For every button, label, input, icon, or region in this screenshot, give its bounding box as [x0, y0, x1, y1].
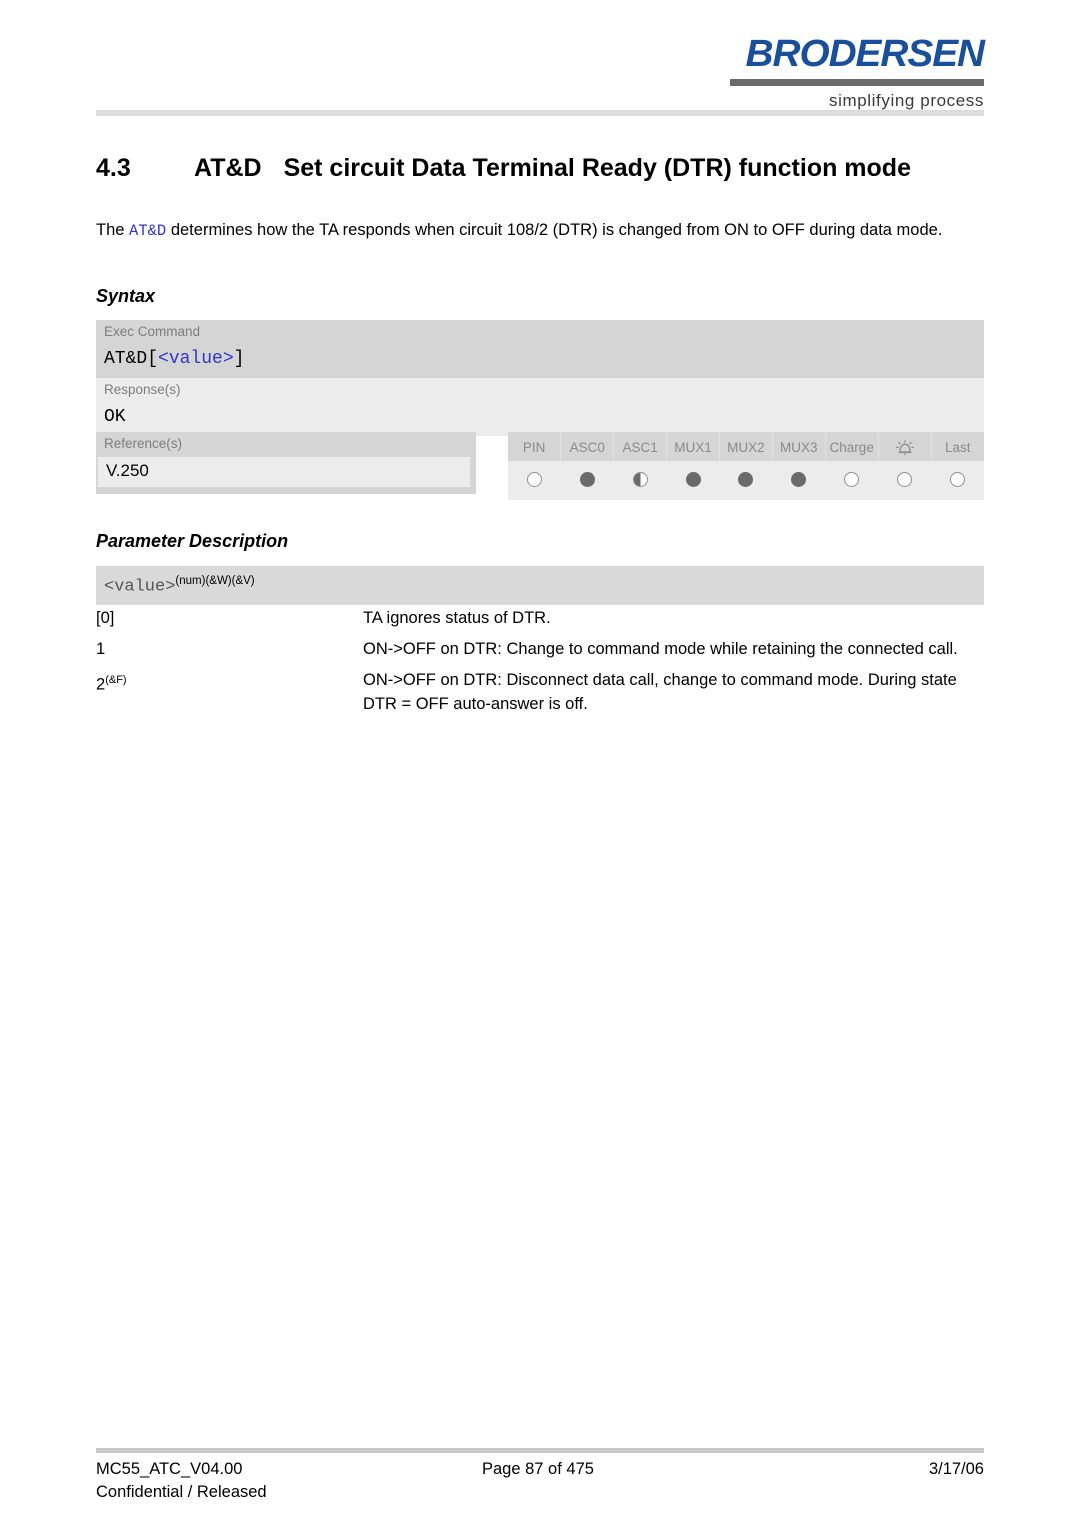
status-dot-empty — [897, 472, 913, 488]
footer-date: 3/17/06 — [928, 1460, 984, 1478]
alarm-bell-icon — [895, 440, 914, 455]
intro-command-token: AT&D — [129, 222, 167, 240]
response-label: Response(s) — [96, 378, 984, 402]
syntax-table: Exec Command AT&D[<value>] Response(s) O… — [96, 320, 984, 436]
reference-block: Reference(s) V.250 — [96, 432, 476, 494]
parameter-name: <value> — [104, 577, 176, 597]
status-dot-full — [579, 472, 595, 488]
indicator-header-asc0: ASC0 — [560, 432, 615, 461]
alarm-bell-icon — [878, 432, 932, 461]
indicator-header-last: Last — [931, 432, 984, 461]
parameter-key-superscript: (&F) — [105, 674, 127, 686]
exec-command-prefix: AT&D[ — [104, 349, 159, 369]
indicator-dot-alarm — [878, 461, 931, 500]
indicator-header-mux3: MUX3 — [772, 432, 826, 461]
indicator-dot-mux2 — [719, 461, 773, 500]
brand-wordmark: BRODERSEN — [745, 33, 986, 75]
brand-tagline: simplifying process — [828, 91, 984, 110]
response-value: OK — [96, 402, 984, 436]
indicator-dot-mux1 — [666, 461, 720, 500]
indicator-header-pin: PIN — [508, 432, 562, 461]
indicator-dot-asc1 — [613, 461, 667, 500]
indicator-header-row: PIN ASC0 ASC1 MUX1 MUX2 MUX3 Charge Last — [508, 432, 984, 461]
parameter-row: [0] TA ignores status of DTR. — [96, 606, 988, 630]
section-number: 4.3 — [96, 154, 131, 182]
indicator-header-asc1: ASC1 — [613, 432, 668, 461]
intro-text-after: determines how the TA responds when circ… — [166, 221, 943, 239]
status-dot-full — [738, 472, 754, 488]
brand-logo: BRODERSEN simplifying process — [724, 34, 985, 111]
parameter-name-band: <value>(num)(&W)(&V) — [96, 566, 984, 606]
parameter-description-heading: Parameter Description — [96, 531, 289, 551]
indicator-dot-asc0 — [560, 461, 614, 500]
status-dot-half — [632, 472, 648, 488]
section-command: AT&D — [194, 154, 262, 182]
indicator-dot-mux3 — [772, 461, 826, 500]
exec-command-value: AT&D[<value>] — [96, 344, 984, 378]
status-dot-full — [685, 472, 701, 488]
syntax-heading: Syntax — [96, 286, 156, 306]
exec-command-suffix: ] — [233, 349, 245, 369]
indicator-dot-last — [931, 461, 984, 500]
parameter-row: 1 ON->OFF on DTR: Change to command mode … — [96, 637, 988, 661]
indicator-dot-charge — [825, 461, 879, 500]
status-dot-empty — [526, 472, 542, 488]
footer-rule — [96, 1448, 984, 1453]
parameter-value-key: 1 — [96, 640, 106, 658]
indicator-header-mux1: MUX1 — [666, 432, 720, 461]
parameter-value-description: ON->OFF on DTR: Disconnect data call, ch… — [363, 671, 957, 713]
parameter-value-description: TA ignores status of DTR. — [363, 609, 551, 627]
reference-label: Reference(s) — [104, 436, 183, 451]
section-title-text: Set circuit Data Terminal Ready (DTR) fu… — [283, 154, 911, 182]
status-dot-empty — [950, 472, 965, 488]
indicator-block: PIN ASC0 ASC1 MUX1 MUX2 MUX3 Charge Last — [508, 432, 984, 500]
parameter-value-description: ON->OFF on DTR: Change to command mode w… — [363, 640, 958, 658]
footer-page-number: Page 87 of 475 — [482, 1460, 594, 1478]
indicator-header-charge: Charge — [825, 432, 879, 461]
parameter-row: 2(&F) ON->OFF on DTR: Disconnect data cal… — [96, 668, 988, 716]
indicator-dot-pin — [508, 461, 561, 500]
parameter-name-superscript: (num)(&W)(&V) — [175, 575, 255, 587]
footer-classification: Confidential / Released — [96, 1483, 267, 1501]
brand-divider-bar — [730, 79, 984, 86]
intro-paragraph: The AT&D determines how the TA responds … — [96, 218, 988, 243]
page-footer: MC55_ATC_V04.00 Page 87 of 475 3/17/06 C… — [96, 1458, 984, 1504]
parameter-value-key: [0] — [96, 609, 115, 627]
status-dot-full — [791, 472, 807, 488]
parameter-rows: [0] TA ignores status of DTR. 1 ON->OFF on … — [96, 606, 988, 723]
exec-command-label: Exec Command — [96, 320, 984, 344]
indicator-table: PIN ASC0 ASC1 MUX1 MUX2 MUX3 Charge Last — [508, 432, 984, 500]
indicator-value-row — [508, 461, 984, 500]
parameter-value-key: 2(&F) — [96, 674, 127, 694]
intro-text-before: The — [96, 221, 130, 239]
indicator-header-mux2: MUX2 — [719, 432, 773, 461]
status-dot-empty — [844, 472, 860, 488]
footer-document-id: MC55_ATC_V04.00 — [96, 1460, 243, 1478]
reference-indicator-row: Reference(s) V.250 PIN ASC0 ASC1 MUX1 MUX2 MU… — [96, 432, 984, 500]
header-rule — [96, 110, 984, 116]
reference-value: V.250 — [98, 457, 470, 487]
exec-command-param: <value> — [158, 349, 234, 369]
page-title: 4.3 AT&D Set circuit Data Terminal Ready (… — [96, 154, 986, 183]
